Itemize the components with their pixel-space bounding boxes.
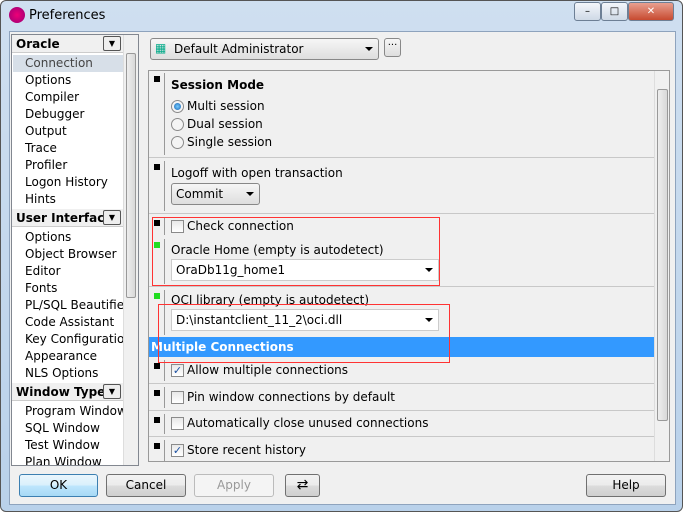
sidebar-item[interactable]: SQL Window: [25, 420, 100, 437]
sidebar-item[interactable]: Options: [25, 72, 71, 89]
marker: [154, 76, 160, 82]
checkbox-label: Store recent history: [187, 443, 306, 457]
sidebar-item[interactable]: Output: [25, 123, 67, 140]
store-history-checkbox[interactable]: ✓: [171, 444, 184, 457]
group-window-types[interactable]: Window Types ▼: [12, 383, 123, 401]
marker: [154, 443, 160, 449]
highlight-box: [158, 304, 450, 363]
highlight-box: [152, 217, 440, 286]
marker-modified: [154, 293, 160, 299]
transfer-icon: ⇄: [296, 477, 309, 493]
scroll-thumb[interactable]: [657, 89, 668, 421]
sidebar-item[interactable]: Debugger: [25, 106, 84, 123]
radio-label: Single session: [187, 135, 273, 149]
sidebar-item[interactable]: Logon History: [25, 174, 108, 191]
sidebar-item[interactable]: Key Configuration: [25, 331, 132, 348]
logoff-select[interactable]: Commit: [171, 183, 260, 205]
auto-close-checkbox[interactable]: [171, 417, 184, 430]
sidebar-item-connection[interactable]: Connection: [13, 55, 123, 72]
sidebar-item[interactable]: Options: [25, 229, 71, 246]
radio-single-session[interactable]: [171, 136, 184, 149]
profile-more-button[interactable]: ···: [384, 38, 401, 57]
marker: [154, 417, 160, 423]
group-label: Window Types: [16, 385, 113, 399]
close-button[interactable]: ✕: [628, 2, 674, 21]
sidebar-item[interactable]: Object Browser: [25, 246, 117, 263]
sidebar-item[interactable]: PL/SQL Beautifier: [25, 297, 129, 314]
scroll-thumb[interactable]: [126, 53, 136, 298]
sidebar-item[interactable]: Code Assistant: [25, 314, 114, 331]
checkbox-label: Allow multiple connections: [187, 363, 349, 377]
chevron-down-icon: [365, 47, 373, 51]
logoff-label: Logoff with open transaction: [171, 166, 343, 180]
sidebar-item[interactable]: Fonts: [25, 280, 57, 297]
settings-scrollbar[interactable]: [654, 71, 669, 461]
sidebar-item[interactable]: Program Window: [25, 403, 127, 420]
sidebar-item[interactable]: Trace: [25, 140, 57, 157]
radio-label: Multi session: [187, 99, 265, 113]
group-oracle[interactable]: Oracle ▼: [12, 35, 123, 53]
profile-value: Default Administrator: [174, 42, 304, 56]
maximize-button[interactable]: □: [601, 2, 628, 21]
collapse-icon[interactable]: ▼: [103, 210, 121, 225]
pin-window-checkbox[interactable]: [171, 391, 184, 404]
radio-multi-session[interactable]: [171, 100, 184, 113]
auto-close-row: Automatically close unused connections: [149, 412, 654, 437]
checkbox-label: Pin window connections by default: [187, 390, 396, 404]
collapse-icon[interactable]: ▼: [103, 384, 121, 399]
session-mode-label: Session Mode: [171, 78, 265, 92]
sidebar-item[interactable]: Hints: [25, 191, 56, 208]
group-user-interface[interactable]: User Interface ▼: [12, 209, 123, 227]
store-history-row: ✓ Store recent history: [149, 438, 654, 461]
sidebar-item[interactable]: Compiler: [25, 89, 79, 106]
minimize-button[interactable]: –: [574, 2, 601, 21]
checkbox-label: Automatically close unused connections: [187, 416, 429, 430]
help-button[interactable]: Help: [586, 474, 666, 497]
sidebar-item[interactable]: Test Window: [25, 437, 100, 454]
dialog-client: Oracle ▼ Connection Options Compiler Debu…: [9, 31, 676, 505]
preferences-window: Preferences – □ ✕ Oracle ▼ Connection Opt…: [0, 0, 683, 512]
sidebar-tree: Oracle ▼ Connection Options Compiler Debu…: [11, 34, 139, 466]
radio-label: Dual session: [187, 117, 263, 131]
marker: [154, 363, 160, 369]
marker: [154, 390, 160, 396]
marker: [154, 164, 160, 170]
chevron-down-icon: [246, 192, 254, 196]
pin-window-row: Pin window connections by default: [149, 385, 654, 411]
radio-dual-session[interactable]: [171, 118, 184, 131]
collapse-icon[interactable]: ▼: [103, 36, 121, 51]
users-icon: ▦: [155, 41, 167, 55]
logoff-row: Logoff with open transaction Commit: [149, 159, 654, 214]
logoff-value: Commit: [176, 187, 224, 201]
apply-button[interactable]: Apply: [194, 474, 274, 497]
sidebar-item[interactable]: Plan Window: [25, 454, 102, 465]
group-label: Oracle: [16, 37, 60, 51]
profile-select[interactable]: ▦ Default Administrator: [150, 38, 379, 60]
sidebar-scrollbar[interactable]: [123, 35, 138, 465]
sidebar-item[interactable]: Appearance: [25, 348, 97, 365]
ok-button[interactable]: OK: [19, 474, 98, 497]
app-icon: [9, 7, 25, 23]
sidebar-item[interactable]: NLS Options: [25, 365, 98, 382]
window-title: Preferences: [29, 8, 106, 23]
session-mode-row: Session Mode Multi session Dual session …: [149, 71, 654, 158]
cancel-button[interactable]: Cancel: [106, 474, 186, 497]
import-export-button[interactable]: ⇄: [285, 474, 320, 497]
sidebar-item[interactable]: Profiler: [25, 157, 67, 174]
allow-multiple-checkbox[interactable]: ✓: [171, 364, 184, 377]
group-label: User Interface: [16, 211, 113, 225]
sidebar-item[interactable]: Editor: [25, 263, 61, 280]
